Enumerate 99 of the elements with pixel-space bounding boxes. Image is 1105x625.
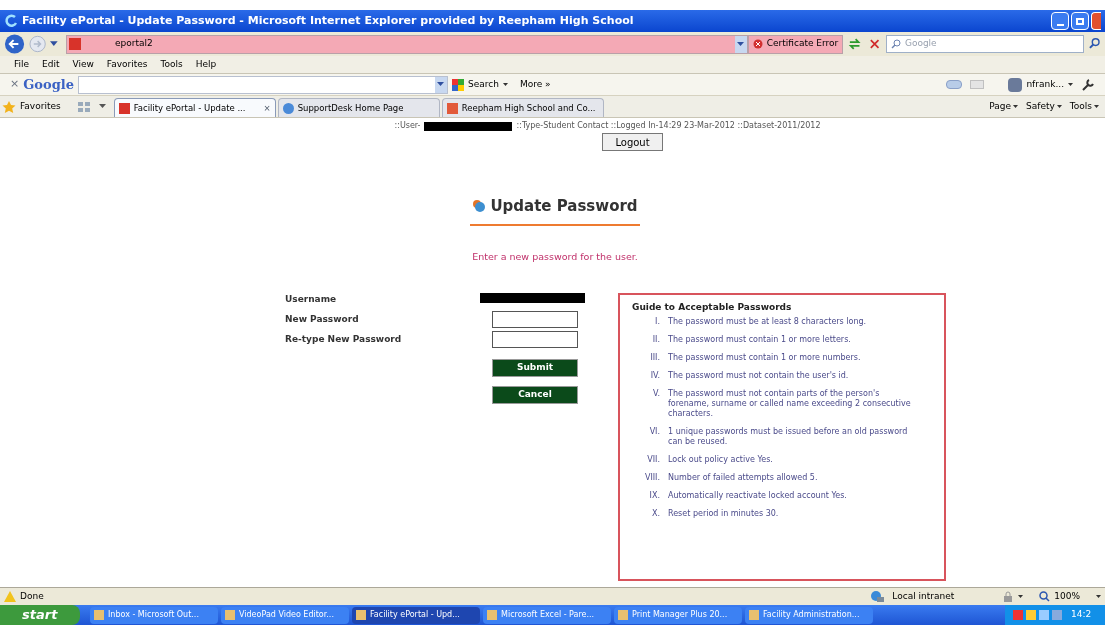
lock-icon: [1002, 590, 1015, 603]
browser-tab[interactable]: SupportDesk Home Page: [277, 98, 440, 117]
search-button[interactable]: Search: [451, 77, 508, 92]
back-icon[interactable]: [4, 33, 26, 55]
dropdown-icon[interactable]: [737, 41, 745, 47]
caret-icon: [1018, 594, 1024, 599]
menu-item[interactable]: View: [72, 57, 94, 72]
caret-icon: [1013, 104, 1019, 109]
browser-tab[interactable]: Reepham High School and Co...: [441, 98, 604, 117]
user-label: ::User-: [394, 120, 421, 132]
dropdown-icon[interactable]: [437, 82, 445, 87]
taskbar-button[interactable]: VideoPad Video Editor...: [221, 606, 349, 624]
taskbar-button[interactable]: Facility ePortal - Upd...: [352, 606, 480, 624]
menu-item[interactable]: File: [14, 57, 30, 72]
list-number: VII.: [646, 455, 661, 466]
list-number: IV.: [649, 371, 661, 382]
browser-tab[interactable]: Facility ePortal - Update ... ×: [113, 98, 276, 117]
guide-rule: Reset period in minutes 30.: [668, 509, 780, 520]
guide-rule: 1 unique passwords must be issued before an old password can be reused.: [668, 427, 909, 448]
menu-item[interactable]: Favorites: [106, 57, 148, 72]
search-icon[interactable]: [1087, 37, 1101, 51]
more-button[interactable]: More »: [519, 77, 551, 92]
close-tab-button[interactable]: ×: [263, 101, 271, 115]
dropdown-icon[interactable]: [98, 104, 106, 109]
page-heading: Update Password: [490, 196, 638, 217]
command-button[interactable]: Page: [989, 99, 1019, 114]
instruction-text: Enter a new password for the user.: [472, 249, 638, 264]
account-button[interactable]: nfrank...: [1008, 77, 1073, 92]
browser-icon: [4, 14, 18, 28]
zone-text: Local intranet: [892, 589, 955, 603]
close-toolbar-button[interactable]: ×: [10, 76, 20, 93]
restore-button[interactable]: [1071, 12, 1089, 30]
command-button[interactable]: Tools: [1069, 99, 1099, 114]
guide-rule: The password must not contain parts of the person's forename, surname or called name exceeding 2 consecutive characters.: [668, 389, 912, 420]
protected-mode-button[interactable]: [1002, 590, 1024, 603]
taskbar-button[interactable]: Microsoft Excel - Pare...: [483, 606, 611, 624]
list-number: X.: [650, 509, 661, 520]
start-button[interactable]: start: [0, 605, 80, 625]
taskbar-button[interactable]: Facility Administration...: [745, 606, 873, 624]
guide-rule: The password must contain 1 or more letters.: [668, 335, 852, 346]
close-button[interactable]: [1091, 12, 1101, 30]
star-icon: [2, 100, 16, 113]
guide-rule: Number of failed attempts allowed 5.: [668, 473, 819, 484]
guide-rule: The password must contain 1 or more numbers.: [668, 353, 862, 364]
google-logo: Google: [23, 75, 74, 94]
password-input[interactable]: [492, 331, 578, 349]
network-icon: [870, 590, 885, 603]
form-button[interactable]: Cancel: [492, 385, 578, 404]
command-button[interactable]: Safety: [1026, 99, 1062, 114]
search-input[interactable]: [77, 75, 448, 94]
password-input[interactable]: [492, 311, 578, 329]
guide-rule: Lock out policy active Yes.: [668, 455, 774, 466]
guide-rule: Automatically reactivate locked account Yes.: [668, 491, 848, 502]
caret-icon: [502, 82, 508, 87]
zoom-icon: [1039, 591, 1051, 602]
minimize-button[interactable]: [1051, 12, 1069, 30]
list-number: V.: [652, 389, 661, 401]
address-text: eportal2: [114, 37, 153, 51]
certificate-error-button[interactable]: Certificate Error: [747, 34, 844, 54]
menu-item[interactable]: Tools: [160, 57, 183, 72]
form-button[interactable]: Submit: [492, 358, 578, 377]
clock: 14:2: [1071, 608, 1092, 622]
list-number: II.: [651, 335, 661, 346]
toggle-icon: [970, 80, 985, 89]
caret-icon: [1094, 104, 1099, 109]
zoom-button[interactable]: 100%: [1039, 589, 1101, 604]
address-field[interactable]: eportal2: [65, 34, 748, 54]
caret-icon: [1056, 104, 1062, 109]
list-number: I.: [654, 317, 661, 328]
field-label: New Password: [285, 313, 360, 326]
menu-item[interactable]: Edit: [42, 57, 60, 72]
list-number: III.: [649, 353, 661, 364]
toggle-icon: [946, 80, 963, 89]
guide-rule: The password must be at least 8 characters long.: [668, 317, 868, 328]
caret-icon: [1068, 82, 1073, 87]
wrench-icon[interactable]: [1081, 77, 1095, 92]
list-number: VIII.: [643, 473, 661, 484]
session-info: ::Type-Student Contact ::Logged In-14:29 23-Mar-2012 ::Dataset-2011/2012: [516, 120, 821, 132]
status-text: Done: [20, 589, 44, 603]
list-number: VI.: [648, 427, 661, 439]
search-icon: [890, 39, 901, 49]
refresh-icon[interactable]: [847, 36, 863, 52]
favorites-button[interactable]: Favorites: [2, 99, 69, 114]
info-icon: [4, 590, 16, 603]
taskbar-button[interactable]: Print Manager Plus 20...: [614, 606, 742, 624]
logout-button[interactable]: Logout: [602, 133, 663, 151]
menu-item[interactable]: Help: [195, 57, 217, 72]
field-label: Re-type New Password: [285, 333, 403, 346]
taskbar-button[interactable]: Inbox - Microsoft Out...: [90, 606, 218, 624]
shield-icon: [752, 39, 763, 49]
search-placeholder: Google: [904, 37, 937, 51]
window-title: Facility ePortal - Update Password - Microsoft Internet Explorer provided by Reepham High School: [22, 12, 634, 29]
guide-title: Guide to Acceptable Passwords: [632, 300, 793, 314]
field-label: Username: [285, 293, 338, 306]
password-icon: [472, 199, 487, 214]
dropdown-icon[interactable]: [50, 41, 58, 47]
caret-icon: [1096, 594, 1101, 599]
list-number: IX.: [648, 491, 661, 502]
guide-rule: The password must not contain the user's id.: [668, 371, 850, 382]
